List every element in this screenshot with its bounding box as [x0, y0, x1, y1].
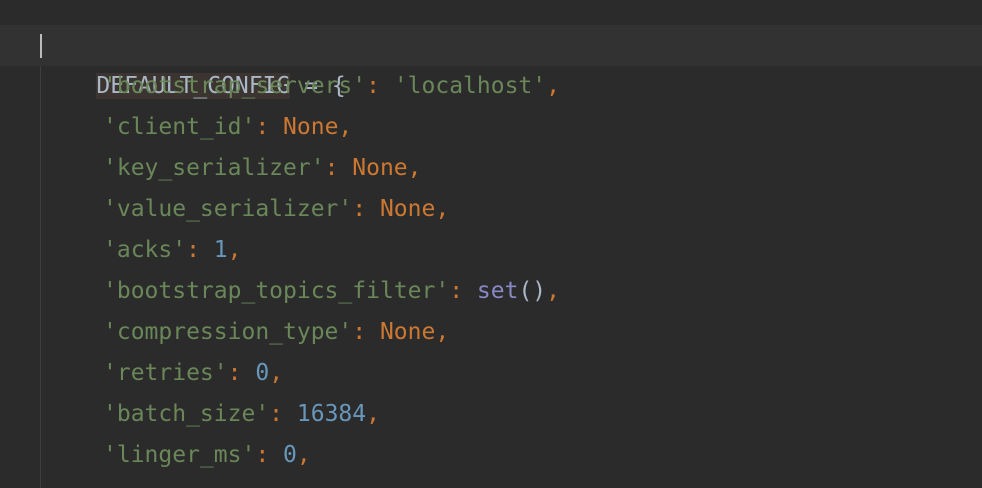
docstring-end: """ — [41, 0, 83, 13]
dict-value: 0 — [255, 360, 270, 386]
dict-value: 'localhost' — [393, 73, 547, 99]
comma: , — [435, 196, 450, 222]
code-line-entry[interactable]: 'linger_ms': 0, — [103, 435, 311, 476]
code-line-entry[interactable]: 'acks': 1, — [103, 230, 242, 271]
colon: : — [255, 442, 284, 468]
code-line-entry[interactable]: 'client_id': None, — [103, 107, 352, 148]
colon: : — [449, 278, 477, 304]
text-caret — [40, 34, 42, 58]
colon: : — [269, 401, 297, 427]
comma: , — [435, 319, 450, 345]
dict-key: 'bootstrap_servers' — [103, 73, 367, 99]
code-line-entry[interactable]: 'retries': 0, — [103, 353, 283, 394]
comma: , — [269, 360, 284, 386]
dict-key: 'linger_ms' — [103, 442, 256, 468]
code-line-entry[interactable]: 'value_serializer': None, — [103, 189, 449, 230]
dict-key: 'acks' — [103, 237, 187, 263]
colon: : — [324, 155, 353, 181]
comma: , — [546, 278, 560, 304]
colon: : — [186, 237, 214, 263]
dict-key: 'client_id' — [103, 114, 256, 140]
dict-key: 'compression_type' — [103, 319, 353, 345]
dict-value: set — [476, 278, 519, 304]
dict-key: 'batch_size' — [103, 401, 270, 427]
colon: : — [255, 114, 284, 140]
comma: , — [227, 237, 242, 263]
dict-value: 1 — [213, 237, 228, 263]
dict-key: 'bootstrap_topics_filter' — [103, 278, 450, 304]
colon: : — [227, 360, 256, 386]
code-editor[interactable]: """ DEFAULT_CONFIG = { 'bootstrap_server… — [0, 0, 982, 488]
dict-key: 'value_serializer' — [103, 196, 353, 222]
code-line-entry[interactable]: 'bootstrap_servers': 'localhost', — [103, 66, 560, 107]
comma: , — [338, 114, 353, 140]
comma: , — [407, 155, 422, 181]
dict-value: None — [352, 155, 408, 181]
comma: , — [366, 401, 380, 427]
dict-value: None — [379, 319, 436, 345]
dict-value: None — [283, 114, 339, 140]
call-parens: () — [518, 278, 547, 304]
colon: : — [366, 73, 394, 99]
code-line-entry[interactable]: 'compression_type': None, — [103, 312, 449, 353]
code-line-entry[interactable]: 'batch_size': 16384, — [103, 394, 380, 435]
dict-value: None — [379, 196, 436, 222]
colon: : — [352, 319, 380, 345]
dict-key: 'retries' — [103, 360, 228, 386]
colon: : — [352, 196, 380, 222]
comma: , — [296, 442, 311, 468]
dict-key: 'key_serializer' — [103, 155, 325, 181]
code-line-entry[interactable]: 'bootstrap_topics_filter': set(), — [103, 271, 560, 312]
comma: , — [546, 73, 560, 99]
code-line-entry[interactable]: 'key_serializer': None, — [103, 148, 422, 189]
dict-value: 0 — [283, 442, 297, 468]
dict-value: 16384 — [296, 401, 367, 427]
code-line-assignment[interactable]: DEFAULT_CONFIG = { — [41, 25, 346, 99]
